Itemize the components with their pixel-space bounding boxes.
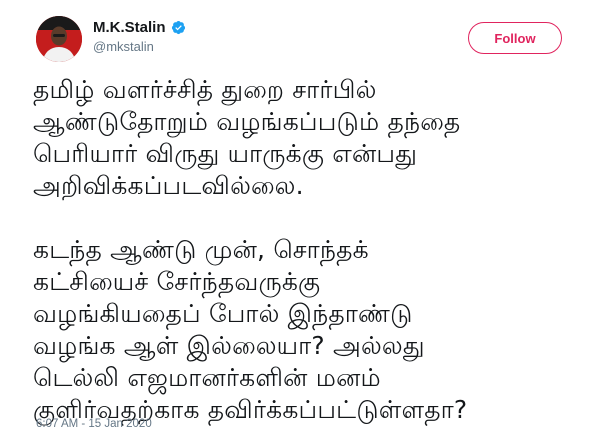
- user-handle[interactable]: @mkstalin: [93, 39, 186, 54]
- follow-button[interactable]: Follow: [468, 22, 562, 54]
- tweet-line: ஆண்டுதோறும் வழங்கப்படும் தந்தை: [33, 107, 461, 136]
- tweet-line: வழங்க ஆள் இல்லையா? அல்லது: [33, 331, 425, 360]
- user-names: M.K.Stalin @mkstalin: [93, 19, 186, 54]
- tweet-line: கட்சியைச் சேர்ந்தவருக்கு: [33, 267, 321, 296]
- tweet-line: அறிவிக்கப்படவில்லை.: [33, 171, 304, 200]
- tweet-line: தமிழ் வளர்ச்சித் துறை சார்பில்: [33, 75, 377, 104]
- avatar[interactable]: [36, 16, 82, 62]
- tweet-header: M.K.Stalin @mkstalin Follow: [36, 16, 576, 66]
- avatar-portrait-icon: [36, 16, 82, 62]
- tweet-line: வழங்கியதைப் போல் இந்தாண்டு: [33, 299, 413, 328]
- tweet-text: தமிழ் வளர்ச்சித் துறை சார்பில் ஆண்டுதோறு…: [33, 74, 573, 426]
- tweet-card: M.K.Stalin @mkstalin Follow தமிழ் வளர்ச்…: [0, 0, 600, 447]
- display-name[interactable]: M.K.Stalin: [93, 19, 166, 36]
- tweet-timestamp[interactable]: 6:07 AM - 15 Jan 2020: [36, 418, 152, 430]
- tweet-line: பெரியார் விருது யாருக்கு என்பது: [33, 139, 418, 168]
- tweet-line: டெல்லி எஜமானர்களின் மனம்: [33, 363, 381, 392]
- display-name-row: M.K.Stalin: [93, 19, 186, 36]
- tweet-paragraph-1: தமிழ் வளர்ச்சித் துறை சார்பில் ஆண்டுதோறு…: [33, 74, 573, 202]
- tweet-paragraph-2: கடந்த ஆண்டு முன், சொந்தக் கட்சியைச் சேர்…: [33, 234, 573, 426]
- verified-badge-icon: [171, 20, 186, 35]
- tweet-line: கடந்த ஆண்டு முன், சொந்தக்: [33, 235, 369, 264]
